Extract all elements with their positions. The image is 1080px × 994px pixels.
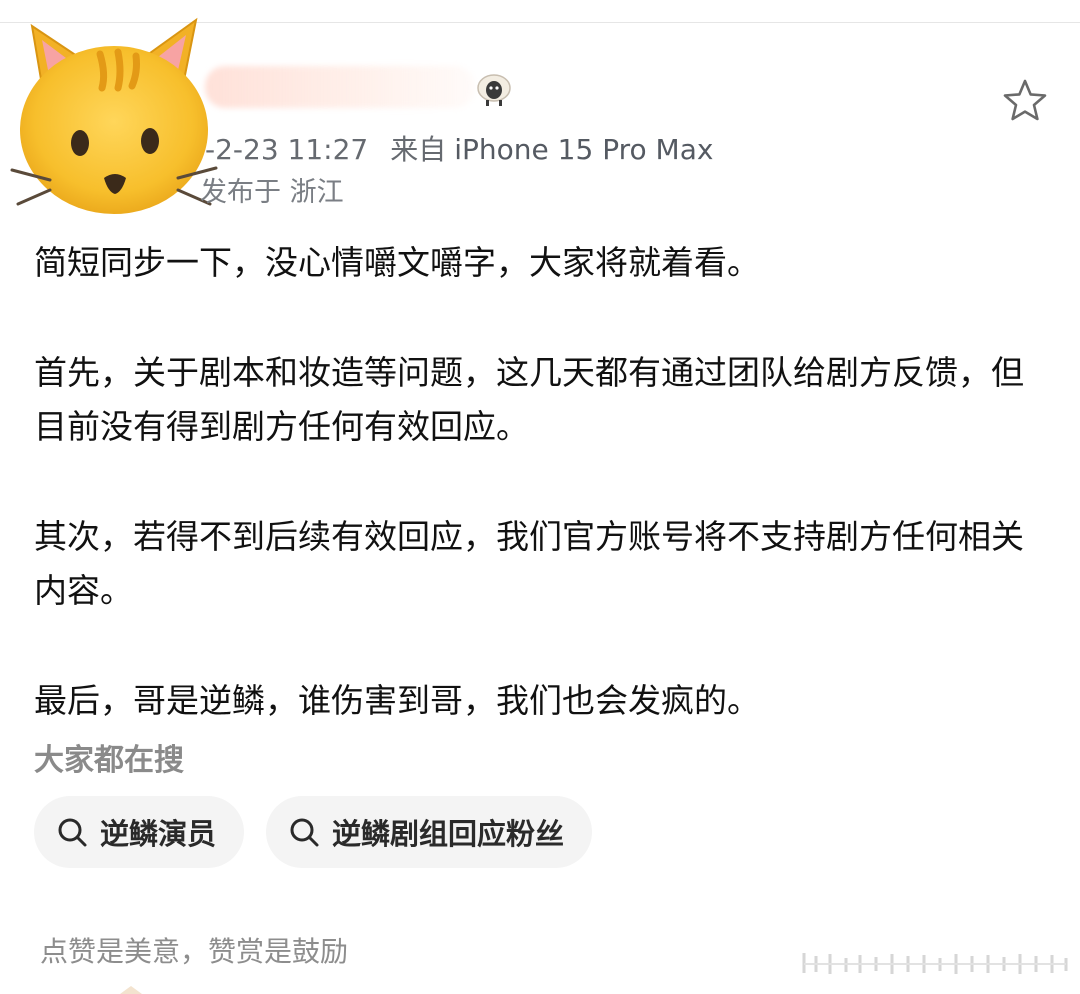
search-chips: 逆鳞演员 逆鳞剧组回应粉丝: [34, 796, 593, 868]
post-paragraph: 首先，关于剧本和妆造等问题，这几天都有通过团队给剧方反馈，但目前没有得到剧方任何…: [34, 353, 1024, 446]
sheep-icon: [477, 74, 511, 106]
search-chip[interactable]: 逆鳞演员: [34, 796, 245, 868]
post-body: 简短同步一下，没心情嚼文嚼字，大家将就着看。 首先，关于剧本和妆造等问题，这几天…: [34, 236, 1044, 728]
search-icon: [58, 818, 87, 847]
post-timestamp: -2-23 11:27: [205, 133, 369, 166]
post-paragraph: 最后，哥是逆鳞，谁伤害到哥，我们也会发疯的。: [34, 681, 760, 720]
watermark-strokes: [802, 953, 1068, 974]
reward-prompt: 点赞是美意，赞赏是鼓励: [40, 935, 349, 968]
cat-avatar-icon[interactable]: [10, 8, 220, 218]
source-label: 来自: [390, 133, 447, 166]
star-icon[interactable]: [1002, 78, 1048, 122]
device-name[interactable]: iPhone 15 Pro Max: [454, 133, 713, 166]
trending-search-title: 大家都在搜: [34, 743, 184, 778]
search-chip-label: 逆鳞演员: [100, 817, 217, 851]
post-meta: -2-23 11:27 来自 iPhone 15 Pro Max: [205, 128, 713, 168]
search-chip[interactable]: 逆鳞剧组回应粉丝: [266, 796, 593, 868]
search-icon: [290, 818, 319, 847]
post-paragraph: 其次，若得不到后续有效回应，我们官方账号将不支持剧方任何相关内容。: [34, 517, 1024, 610]
caret-up-icon: [120, 986, 142, 994]
search-chip-label: 逆鳞剧组回应粉丝: [332, 817, 565, 851]
post-paragraph: 简短同步一下，没心情嚼文嚼字，大家将就着看。: [34, 243, 760, 282]
post-location: 发布于 浙江: [200, 177, 344, 208]
username-blurred[interactable]: [205, 66, 475, 108]
